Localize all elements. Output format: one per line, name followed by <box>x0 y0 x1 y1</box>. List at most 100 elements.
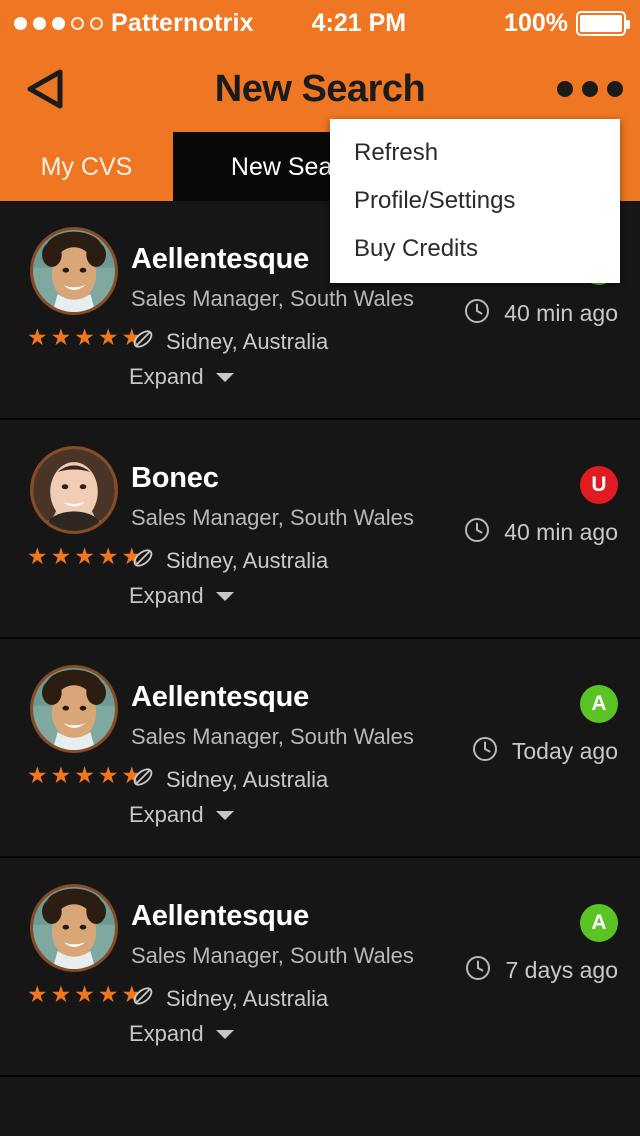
tab-label: My CVS <box>40 152 133 181</box>
location-label: Sidney, Australia <box>166 985 329 1011</box>
signal-dot-filled <box>33 16 46 30</box>
timestamp-label: 7 days ago <box>505 957 618 983</box>
overflow-dropdown-menu[interactable]: Refresh Profile/Settings Buy Credits <box>330 119 620 283</box>
battery-icon <box>576 10 630 36</box>
menu-item-label: Profile/Settings <box>354 187 516 214</box>
tab-my-cvs[interactable]: My CVS <box>0 132 173 202</box>
star-icon: ★ <box>50 981 72 1007</box>
star-icon: ★ <box>97 762 119 788</box>
clock-icon <box>465 299 490 323</box>
chevron-down-icon <box>215 372 234 382</box>
candidate-name: Aellentesque <box>131 243 310 275</box>
location-label: Sidney, Australia <box>166 328 329 354</box>
timestamp: Today ago <box>471 735 618 768</box>
candidate-list[interactable]: ★ ★ ★ ★ ★ Aellentesque Sales Manager, South Wa… <box>0 201 640 1136</box>
menu-item-profile-settings[interactable]: Profile/Settings <box>330 177 620 225</box>
status-badge: A <box>580 685 618 723</box>
candidate-subtitle: Sales Manager, South Wales <box>131 286 414 311</box>
location-leaf-icon <box>131 765 155 794</box>
timestamp-label: 40 min ago <box>504 519 618 545</box>
candidate-location: Sidney, Australia <box>131 984 328 1013</box>
candidate-name: Aellentesque <box>131 900 310 932</box>
star-icon: ★ <box>74 981 95 1007</box>
star-icon: ★ <box>97 543 119 569</box>
location-label: Sidney, Australia <box>166 766 329 792</box>
clock-icon <box>471 735 499 768</box>
timestamp: 40 min ago <box>463 516 618 549</box>
location-leaf-icon <box>133 987 153 1005</box>
chevron-down-icon <box>215 1029 234 1039</box>
candidate-row[interactable]: ★ ★ ★ ★ ★ Aellentesque Sales Manager, South Wa… <box>0 639 640 858</box>
star-icon: ★ <box>50 543 72 569</box>
overflow-menu-button[interactable] <box>540 81 640 97</box>
expand-button[interactable]: Expand <box>129 802 234 828</box>
avatar[interactable] <box>30 665 118 753</box>
rating-stars: ★ ★ ★ ★ ★ <box>27 983 142 1006</box>
location-leaf-icon <box>131 984 155 1013</box>
location-leaf-icon <box>133 549 153 567</box>
menu-item-refresh[interactable]: Refresh <box>330 129 620 177</box>
star-icon: ★ <box>50 762 72 788</box>
app-root: Patternotrix 4:21 PM 100% New Search My … <box>0 0 640 1136</box>
chevron-down-icon <box>215 810 234 820</box>
menu-item-label: Buy Credits <box>354 235 479 262</box>
menu-item-label: Refresh <box>354 139 439 166</box>
candidate-subtitle: Sales Manager, South Wales <box>131 724 414 749</box>
location-label: Sidney, Australia <box>166 547 329 573</box>
clock-icon <box>463 516 491 549</box>
expand-button[interactable]: Expand <box>129 583 234 609</box>
timestamp-label: 40 min ago <box>504 300 618 326</box>
expand-label: Expand <box>129 583 204 608</box>
candidate-row[interactable]: ★ ★ ★ ★ ★ Bonec Sales Manager, South Wales Sidn… <box>0 420 640 639</box>
status-bar: Patternotrix 4:21 PM 100% <box>0 0 640 46</box>
timestamp: 7 days ago <box>464 954 618 987</box>
back-triangle-icon <box>27 69 63 109</box>
status-bar-right: 100% <box>504 8 630 38</box>
candidate-subtitle: Sales Manager, South Wales <box>131 505 414 530</box>
signal-dot-filled <box>14 16 27 30</box>
status-bar-clock: 4:21 PM <box>311 8 407 37</box>
signal-dot-filled <box>52 16 65 30</box>
star-icon: ★ <box>97 981 119 1007</box>
expand-button[interactable]: Expand <box>129 364 234 390</box>
avatar[interactable] <box>30 227 118 315</box>
rating-stars: ★ ★ ★ ★ ★ <box>27 545 142 568</box>
star-icon: ★ <box>74 762 95 788</box>
back-button[interactable] <box>0 66 90 112</box>
location-leaf-icon <box>133 330 153 348</box>
candidate-location: Sidney, Australia <box>131 327 328 356</box>
chevron-down-icon <box>215 591 234 601</box>
clock-icon <box>465 518 490 542</box>
overflow-dot-icon <box>557 81 573 97</box>
avatar[interactable] <box>30 446 118 534</box>
menu-item-buy-credits[interactable]: Buy Credits <box>330 225 620 273</box>
star-icon: ★ <box>74 543 95 569</box>
overflow-dot-icon <box>607 81 623 97</box>
candidate-subtitle: Sales Manager, South Wales <box>131 943 414 968</box>
star-icon: ★ <box>27 981 48 1007</box>
star-icon: ★ <box>74 324 95 350</box>
candidate-location: Sidney, Australia <box>131 546 328 575</box>
clock-icon <box>466 956 491 980</box>
timestamp-label: Today ago <box>511 738 618 764</box>
rating-stars: ★ ★ ★ ★ ★ <box>27 326 142 349</box>
rating-stars: ★ ★ ★ ★ ★ <box>27 764 142 787</box>
location-leaf-icon <box>133 768 153 786</box>
avatar[interactable] <box>30 884 118 972</box>
location-leaf-icon <box>131 546 155 575</box>
candidate-row[interactable]: ★ ★ ★ ★ ★ Aellentesque Sales Manager, South Wa… <box>0 858 640 1077</box>
clock-icon <box>464 954 492 987</box>
overflow-dot-icon <box>582 81 598 97</box>
timestamp: 40 min ago <box>463 297 618 330</box>
candidate-name: Aellentesque <box>131 681 310 713</box>
signal-dot-empty <box>71 16 84 30</box>
candidate-name: Bonec <box>131 462 219 494</box>
expand-button[interactable]: Expand <box>129 1021 234 1047</box>
signal-dot-empty <box>90 16 103 30</box>
battery-percent-label: 100% <box>504 8 568 37</box>
clock-icon <box>463 297 491 330</box>
candidate-location: Sidney, Australia <box>131 765 328 794</box>
expand-label: Expand <box>129 1021 204 1046</box>
location-leaf-icon <box>131 327 155 356</box>
status-badge: A <box>580 904 618 942</box>
